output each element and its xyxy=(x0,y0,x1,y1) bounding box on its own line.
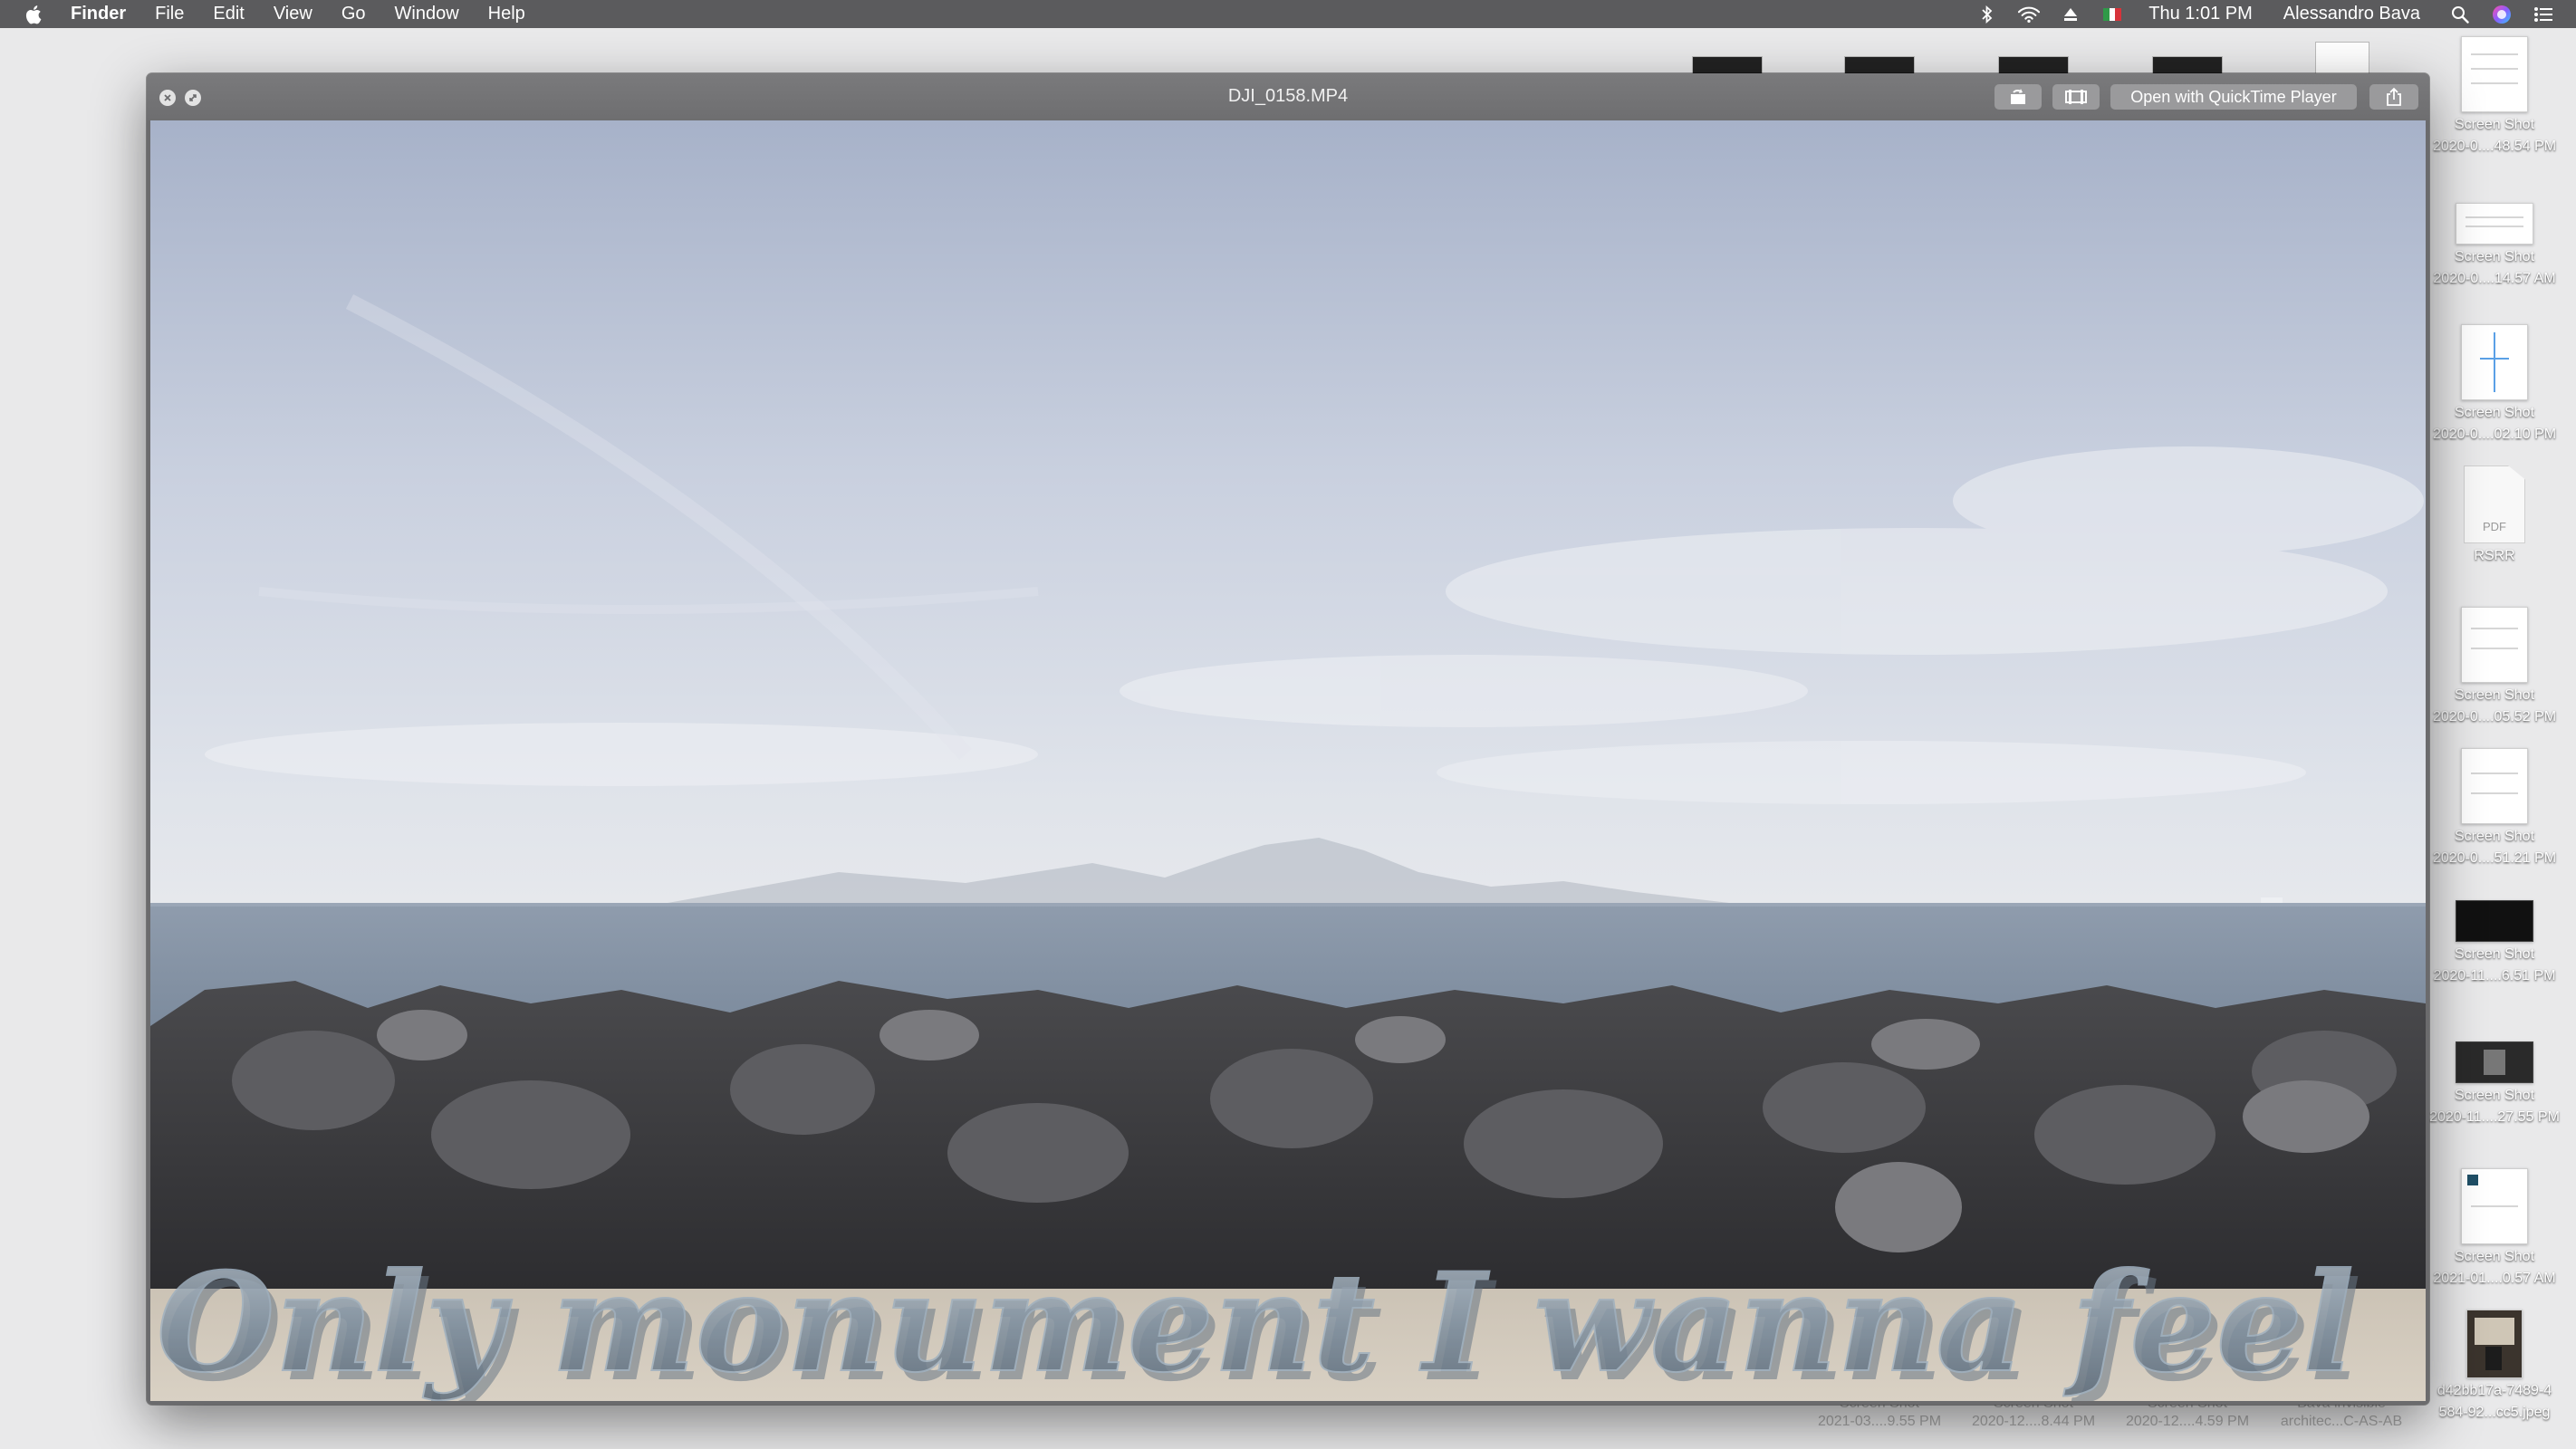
file-name-line2: 584-92...cc5.jpeg xyxy=(2438,1405,2551,1420)
file-name-line2: 2020-11....27.55 PM xyxy=(2429,1109,2560,1125)
bluetooth-icon[interactable] xyxy=(1976,4,1998,25)
menu-app-finder[interactable]: Finder xyxy=(71,4,126,24)
desktop-file-icon[interactable]: Screen Shot 2020-0....05.52 PM xyxy=(2427,607,2562,726)
desktop-file-icon[interactable]: Screen Shot 2020-0....48.54 PM xyxy=(2427,36,2562,156)
file-thumbnail xyxy=(2461,607,2528,683)
file-name-line1: d42bb17a-7489-4 xyxy=(2437,1383,2552,1398)
menu-user[interactable]: Alessandro Bava xyxy=(2283,4,2420,24)
rotate-icon xyxy=(2011,89,2025,104)
menu-edit[interactable]: Edit xyxy=(213,4,244,24)
apple-menu-icon[interactable] xyxy=(25,5,45,24)
file-name-line2: 2021-03....9.55 PM xyxy=(1817,1414,1942,1429)
file-name-line2: 2021-01....0.57 AM xyxy=(2433,1271,2556,1286)
file-name-line2: 2020-0....05.52 PM xyxy=(2432,709,2557,724)
share-icon xyxy=(2387,87,2401,106)
file-thumbnail xyxy=(2461,748,2528,824)
file-name-line1: Screen Shot xyxy=(2454,829,2535,844)
menu-clock[interactable]: Thu 1:01 PM xyxy=(2148,4,2253,24)
menu-window[interactable]: Window xyxy=(395,4,459,24)
file-thumbnail xyxy=(2456,203,2533,245)
desktop-file-icon[interactable]: Screen Shot 2021-01....0.57 AM xyxy=(2427,1168,2562,1288)
pdf-badge: PDF xyxy=(2483,520,2506,533)
overlay-text: Only monument I wanna feel xyxy=(157,1243,2354,1401)
wifi-icon[interactable] xyxy=(2018,4,2041,25)
file-name-line1: Screen Shot xyxy=(2454,946,2535,962)
file-name-line2: 2020-12....4.59 PM xyxy=(2125,1414,2250,1429)
file-thumbnail xyxy=(2461,324,2528,400)
file-name-line1: Screen Shot xyxy=(2454,405,2535,420)
menu-view[interactable]: View xyxy=(274,4,312,24)
file-thumbnail xyxy=(2456,900,2533,942)
share-button[interactable] xyxy=(2369,84,2418,110)
trim-button[interactable] xyxy=(2052,84,2100,110)
file-thumbnail xyxy=(2461,1168,2528,1244)
pdf-document-icon: PDF xyxy=(2464,465,2525,543)
desktop-image-icon[interactable]: d42bb17a-7489-4 584-92...cc5.jpeg xyxy=(2427,1310,2562,1422)
quick-look-window: DJI_0158.MP4 Open with QuickTime Player xyxy=(147,73,2429,1405)
file-name-line2: 2020-0....48.54 PM xyxy=(2432,139,2557,154)
siri-icon[interactable] xyxy=(2491,4,2513,25)
spotlight-icon[interactable] xyxy=(2449,4,2471,25)
menu-go[interactable]: Go xyxy=(341,4,366,24)
file-name-line1: Screen Shot xyxy=(2454,117,2535,132)
notification-center-icon[interactable] xyxy=(2533,4,2554,25)
file-name-line1: RSRR xyxy=(2474,548,2515,563)
file-name-line2: 2020-12....8.44 PM xyxy=(1971,1414,2096,1429)
file-name-line2: 2020-11....6.51 PM xyxy=(2433,968,2556,984)
input-flag-icon[interactable] xyxy=(2101,4,2123,25)
rotate-button[interactable] xyxy=(1994,84,2042,110)
desktop-thumb[interactable] xyxy=(2315,42,2369,76)
desktop-pdf-icon[interactable]: PDF RSRR xyxy=(2427,465,2562,565)
trim-icon xyxy=(2065,90,2087,104)
menu-bar: Finder File Edit View Go Window Help Thu… xyxy=(0,0,2576,28)
eject-icon[interactable] xyxy=(2060,4,2081,25)
desktop-file-icon[interactable]: Screen Shot 2020-11....6.51 PM xyxy=(2427,900,2562,985)
file-name-line2: 2020-0....02.10 PM xyxy=(2432,427,2557,442)
desktop-file-icon[interactable]: Screen Shot 2020-11....27.55 PM xyxy=(2427,1041,2562,1127)
open-with-quicktime-button[interactable]: Open with QuickTime Player xyxy=(2110,84,2357,110)
file-name-line2: architec...C-AS-AB xyxy=(2280,1414,2403,1429)
file-name-line2: 2020-0....51.21 PM xyxy=(2432,850,2557,866)
video-frame-image: Only monument I wanna feel Only monument… xyxy=(150,120,2426,1401)
desktop-file-icon[interactable]: Screen Shot 2020-0....02.10 PM xyxy=(2427,324,2562,444)
file-thumbnail xyxy=(2456,1041,2533,1083)
file-thumbnail xyxy=(2461,36,2528,112)
file-name-line1: Screen Shot xyxy=(2454,249,2535,264)
file-name-line2: 2020-0....14.57 AM xyxy=(2433,271,2556,286)
menu-help[interactable]: Help xyxy=(488,4,525,24)
desktop-file-icon[interactable]: Screen Shot 2020-0....14.57 AM xyxy=(2427,203,2562,288)
file-thumbnail xyxy=(2466,1310,2523,1378)
video-preview[interactable]: Only monument I wanna feel Only monument… xyxy=(150,120,2426,1401)
desktop-file-icon[interactable]: Screen Shot 2020-0....51.21 PM xyxy=(2427,748,2562,868)
menu-file[interactable]: File xyxy=(155,4,184,24)
file-name-line1: Screen Shot xyxy=(2454,1249,2535,1264)
file-name-line1: Screen Shot xyxy=(2454,1088,2535,1103)
file-name-line1: Screen Shot xyxy=(2454,687,2535,703)
quick-look-titlebar[interactable]: DJI_0158.MP4 Open with QuickTime Player xyxy=(147,73,2429,120)
